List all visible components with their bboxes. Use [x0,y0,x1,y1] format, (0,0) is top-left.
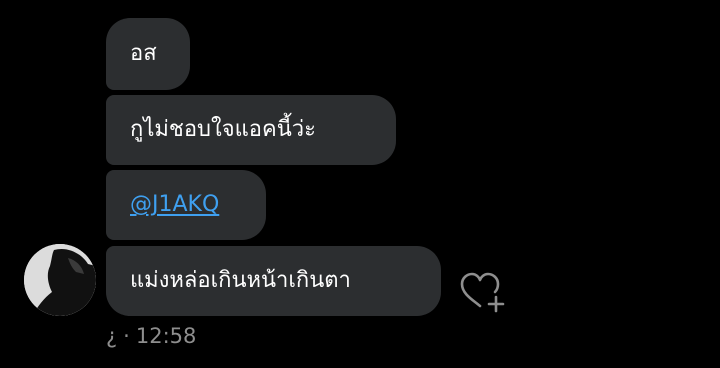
heart-plus-icon[interactable] [458,268,506,316]
mention-link[interactable]: @J1AKQ [130,194,219,216]
message-bubble-4[interactable]: แม่งหล่อเกินหน้าเกินตา [106,246,441,316]
message-bubble-3[interactable]: @J1AKQ [106,170,266,240]
message-text-1: อส [130,41,157,66]
meta-separator: · [123,324,130,348]
message-bubble-2[interactable]: กูไม่ชอบใจแอคนี้ว่ะ [106,95,396,165]
status-icon: ¿ [106,324,118,348]
message-text-4: แม่งหล่อเกินหน้าเกินตา [130,268,351,293]
message-text-2: กูไม่ชอบใจแอคนี้ว่ะ [130,117,316,142]
avatar[interactable] [24,244,96,316]
message-bubble-1[interactable]: อส [106,18,190,90]
avatar-image [24,244,96,316]
message-meta: ¿ · 12:58 [106,324,196,348]
timestamp: 12:58 [135,324,197,348]
